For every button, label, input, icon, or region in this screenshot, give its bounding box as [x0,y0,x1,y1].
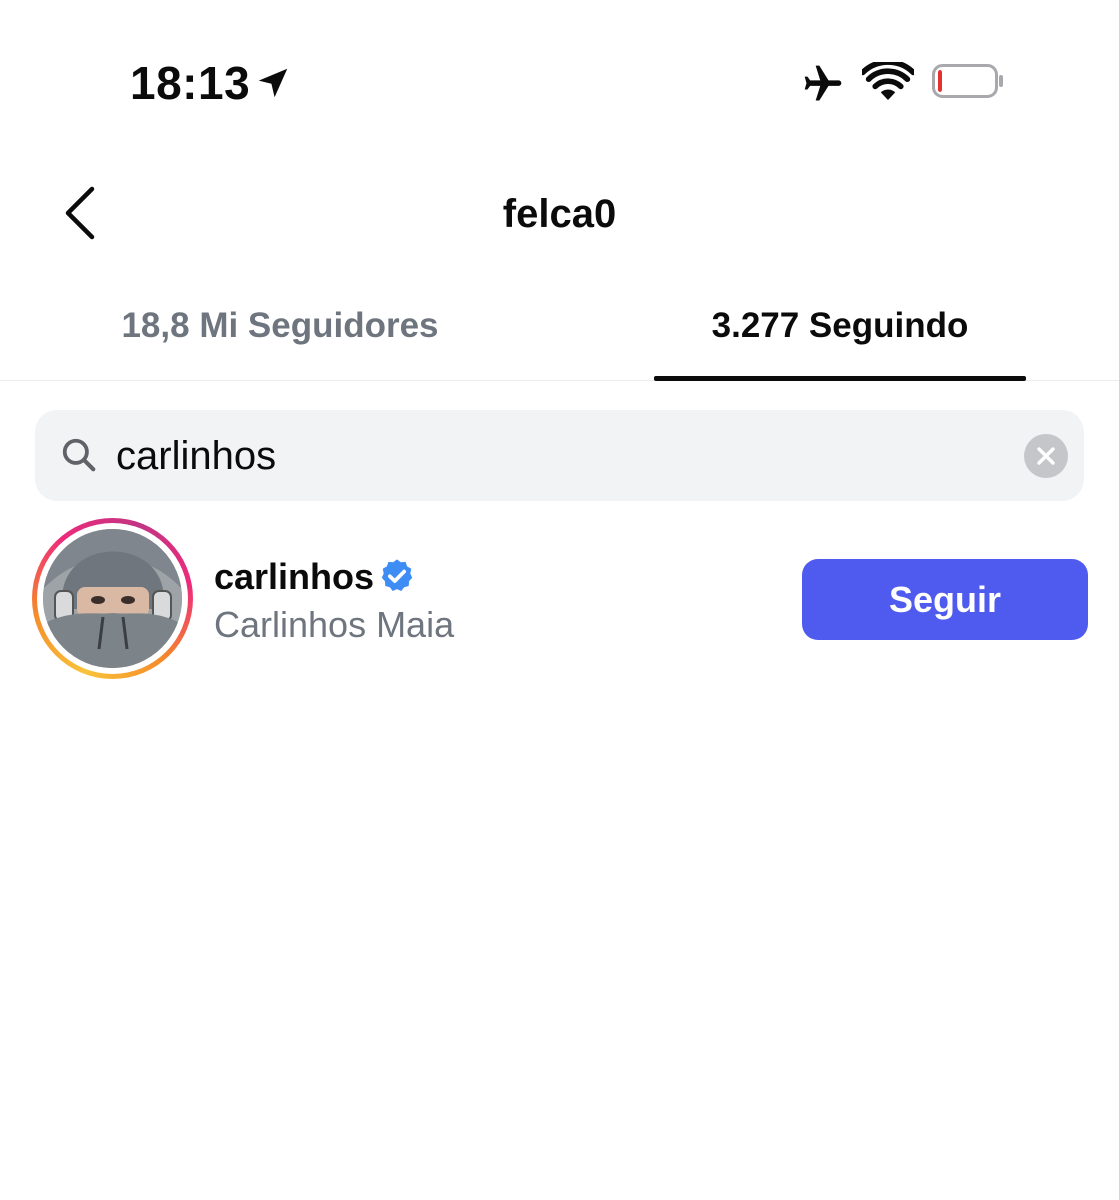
follow-button[interactable]: Seguir [802,559,1088,640]
search-icon [62,438,96,472]
tab-followers[interactable]: 18,8 Mi Seguidores [60,300,500,380]
tab-following[interactable]: 3.277 Seguindo [654,300,1026,380]
location-arrow-icon [258,68,288,98]
full-name: Carlinhos Maia [214,604,455,645]
close-icon[interactable] [1024,434,1068,478]
status-time: 18:13 [130,57,251,109]
avatar[interactable] [43,529,182,668]
wifi-icon [862,62,914,100]
page-title: felca0 [502,192,617,236]
search-input[interactable] [116,428,996,484]
airplane-icon [804,65,842,101]
battery-icon [932,64,1003,98]
active-tab-indicator [654,376,1026,381]
username[interactable]: carlinhos [214,555,374,599]
verified-badge-icon [381,559,413,592]
